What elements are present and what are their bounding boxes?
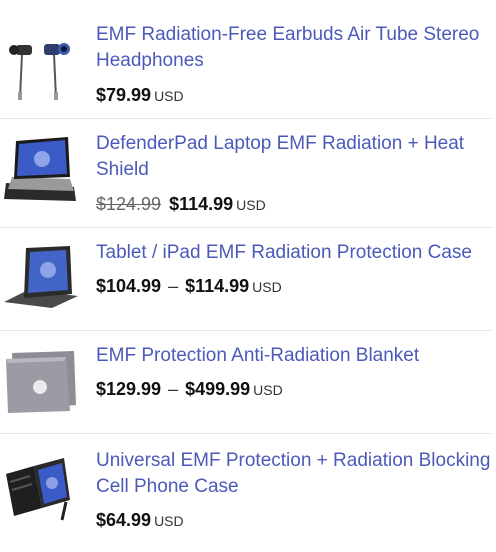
product-title[interactable]: DefenderPad Laptop EMF Radiation + Heat … [96, 131, 492, 183]
product-item: Universal EMF Protection + Radiation Blo… [0, 434, 496, 552]
price-value: $79.99 [96, 85, 152, 105]
product-item: DefenderPad Laptop EMF Radiation + Heat … [0, 119, 496, 227]
currency-label: USD [236, 197, 266, 213]
product-price: $79.99 USD [96, 84, 184, 107]
price-max: $114.99 [185, 276, 250, 296]
phone-case-image[interactable] [4, 452, 80, 522]
laptop-pad-image[interactable] [4, 135, 80, 205]
price-min: $104.99 [96, 276, 162, 296]
currency-label: USD [154, 88, 184, 104]
product-title[interactable]: EMF Protection Anti-Radiation Blanket [96, 343, 492, 369]
price-min: $129.99 [96, 379, 162, 399]
currency-label: USD [253, 382, 283, 398]
earbuds-image[interactable] [4, 36, 80, 100]
price-separator: – [168, 379, 179, 399]
old-price: $124.99 [96, 194, 162, 214]
blanket-image[interactable] [4, 349, 80, 415]
tablet-case-image[interactable] [4, 244, 80, 314]
product-price: $64.99 USD [96, 509, 184, 532]
product-title[interactable]: Tablet / iPad EMF Radiation Protection C… [96, 240, 492, 266]
price-value: $114.99 [169, 194, 234, 214]
price-value: $64.99 [96, 510, 152, 530]
currency-label: USD [252, 279, 282, 295]
price-max: $499.99 [185, 379, 251, 399]
product-item: Tablet / iPad EMF Radiation Protection C… [0, 228, 496, 330]
price-separator: – [168, 276, 179, 296]
product-price: $104.99– $114.99 USD [96, 275, 282, 298]
product-price: $124.99 $114.99 USD [96, 193, 266, 216]
product-title[interactable]: EMF Radiation-Free Earbuds Air Tube Ster… [96, 22, 492, 74]
product-price: $129.99– $499.99 USD [96, 378, 283, 401]
currency-label: USD [154, 513, 184, 529]
product-item: EMF Protection Anti-Radiation Blanket $1… [0, 331, 496, 433]
product-item: EMF Radiation-Free Earbuds Air Tube Ster… [0, 0, 496, 118]
product-title[interactable]: Universal EMF Protection + Radiation Blo… [96, 448, 492, 500]
